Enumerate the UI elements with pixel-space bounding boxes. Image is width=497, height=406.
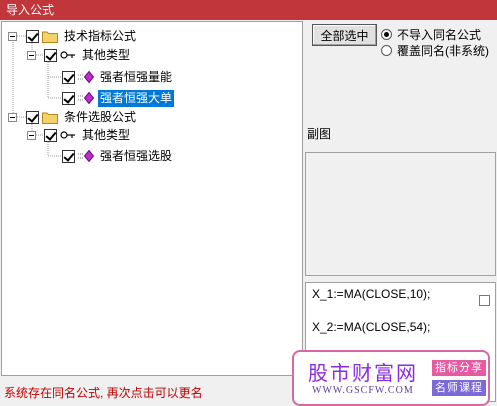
subfigure-preview: [305, 152, 496, 276]
options-panel: 全部选中 不导入同名公式 覆盖同名(非系统) 副图 X_1:=MA(CLOSE,…: [305, 21, 497, 406]
tree-checkbox[interactable]: [26, 29, 39, 43]
watermark-title: 股市财富网: [308, 361, 418, 385]
radio-label: 不导入同名公式: [397, 27, 482, 42]
formula-icon: [78, 92, 94, 104]
tree-node-label: 强者恒强量能: [100, 69, 173, 84]
folder-icon: [42, 111, 58, 124]
formula-tree[interactable]: 技术指标公式 其他类型 强者恒强量能 强者恒强大单 条件选股公式 其他类型 强者…: [1, 21, 303, 376]
radio-skip-duplicates[interactable]: 不导入同名公式: [381, 26, 481, 42]
tree-node-other-type[interactable]: 其他类型: [44, 46, 132, 64]
tree-node-label: 强者恒强选股: [100, 148, 173, 163]
preview-checkbox[interactable]: [479, 295, 490, 306]
formula-line: X_1:=MA(CLOSE,10);: [312, 287, 431, 301]
watermark-badge-top: 指标分享: [432, 360, 486, 376]
tree-collapse-toggle[interactable]: [27, 51, 36, 60]
tree-node-formula-picker[interactable]: 强者恒强选股: [62, 147, 174, 165]
tree-node-formula-volume[interactable]: 强者恒强量能: [62, 68, 174, 86]
tree-collapse-toggle[interactable]: [27, 131, 36, 140]
watermark-logo: 股市财富网 WWW.GSCFW.COM 指标分享 名师课程: [292, 350, 490, 406]
window-title: 导入公式: [6, 3, 55, 17]
tree-node-label: 技术指标公式: [64, 28, 137, 43]
radio-button[interactable]: [381, 28, 392, 40]
tree-node-label: 其他类型: [82, 47, 131, 62]
watermark-url: WWW.GSCFW.COM: [312, 385, 414, 396]
tree-collapse-toggle[interactable]: [8, 32, 17, 41]
radio-label: 覆盖同名(非系统): [397, 43, 489, 58]
formula-icon: [78, 71, 94, 83]
formula-icon: [78, 150, 94, 162]
tree-collapse-toggle[interactable]: [8, 113, 17, 122]
watermark-badge-bottom: 名师课程: [432, 380, 486, 396]
formula-line: X_2:=MA(CLOSE,54);: [312, 320, 431, 334]
tree-checkbox[interactable]: [62, 70, 75, 84]
status-message: 系统存在同名公式, 再次点击可以更名: [4, 386, 203, 400]
key-icon: [60, 130, 76, 140]
tree-checkbox[interactable]: [62, 91, 75, 105]
tree-node-label-selected: 强者恒强大单: [98, 89, 175, 107]
key-icon: [60, 50, 76, 60]
select-all-button[interactable]: 全部选中: [312, 24, 377, 46]
tree-checkbox[interactable]: [44, 128, 57, 142]
tree-node-condition-picker[interactable]: 条件选股公式: [26, 108, 138, 126]
subfigure-label: 副图: [307, 127, 332, 141]
tree-node-tech-indicator[interactable]: 技术指标公式: [26, 27, 138, 45]
tree-node-label: 条件选股公式: [64, 109, 137, 124]
radio-overwrite-duplicates[interactable]: 覆盖同名(非系统): [381, 42, 489, 58]
tree-checkbox[interactable]: [26, 110, 39, 124]
tree-checkbox[interactable]: [44, 48, 57, 62]
tree-node-label: 其他类型: [82, 127, 131, 142]
tree-node-formula-bigorder[interactable]: 强者恒强大单: [62, 89, 175, 107]
window-titlebar: 导入公式: [0, 0, 497, 20]
radio-button[interactable]: [381, 44, 392, 56]
dialog-body: 技术指标公式 其他类型 强者恒强量能 强者恒强大单 条件选股公式 其他类型 强者…: [0, 20, 497, 406]
tree-node-other-type[interactable]: 其他类型: [44, 126, 132, 144]
tree-checkbox[interactable]: [62, 149, 75, 163]
folder-icon: [42, 30, 58, 43]
